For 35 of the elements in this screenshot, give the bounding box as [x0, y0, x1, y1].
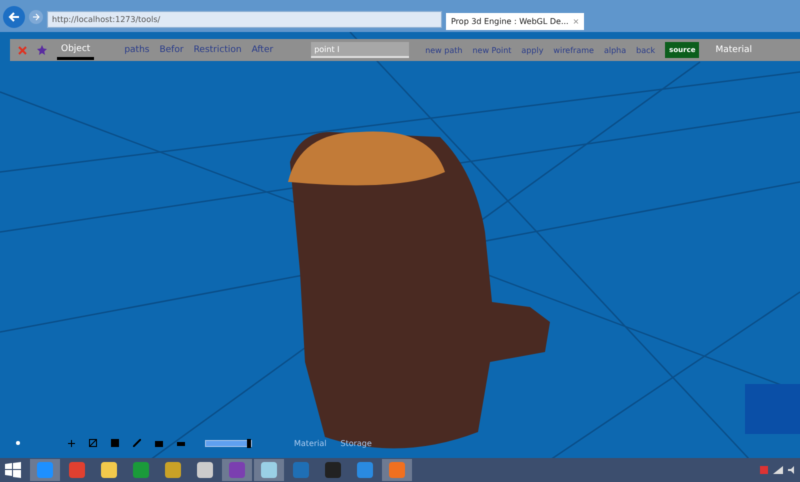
toolbar-link[interactable]: Restriction	[194, 45, 242, 55]
toolbar-link[interactable]: Befor	[159, 45, 184, 55]
action-link[interactable]: back	[636, 46, 656, 54]
tab-close-button[interactable]: ×	[572, 17, 580, 26]
forward-arrow-icon	[32, 13, 40, 21]
point-input[interactable]: point I	[311, 42, 410, 58]
tool-label: Material	[294, 438, 326, 448]
pencil-icon[interactable]	[133, 439, 141, 447]
tray-icon[interactable]	[155, 439, 163, 447]
dot-icon[interactable]	[16, 441, 20, 445]
tool-label: Storage	[340, 438, 372, 448]
browser-tab[interactable]: Prop 3d Engine : WebGL De... ×	[446, 13, 584, 30]
action-link[interactable]: wireframe	[553, 46, 594, 54]
speaker-icon[interactable]	[788, 466, 796, 474]
back-arrow-icon	[8, 11, 20, 23]
forward-button[interactable]	[29, 10, 43, 24]
plus-icon[interactable]	[68, 440, 75, 446]
object-tab[interactable]: Object	[57, 40, 94, 60]
material-tab[interactable]: Material	[715, 45, 752, 55]
taskbar-app-icon[interactable]	[254, 459, 284, 481]
action-link[interactable]: new path	[425, 46, 462, 54]
square-icon[interactable]	[89, 439, 97, 447]
stats-panel	[745, 384, 800, 434]
action-link[interactable]: apply	[521, 46, 544, 54]
address-bar[interactable]: http://localhost:1273/tools/	[47, 11, 442, 28]
slider-track[interactable]	[205, 440, 252, 446]
toolbar-link[interactable]: paths	[124, 45, 150, 55]
action-link[interactable]: new Point	[472, 46, 512, 54]
signal-icon[interactable]	[773, 466, 783, 474]
windows-start-icon[interactable]	[4, 461, 22, 479]
eraser-icon[interactable]	[177, 440, 185, 446]
back-button[interactable]	[3, 6, 25, 28]
toolbar-link[interactable]: After	[252, 45, 274, 55]
action-link[interactable]: alpha	[604, 46, 626, 54]
star-icon[interactable]	[37, 45, 47, 55]
